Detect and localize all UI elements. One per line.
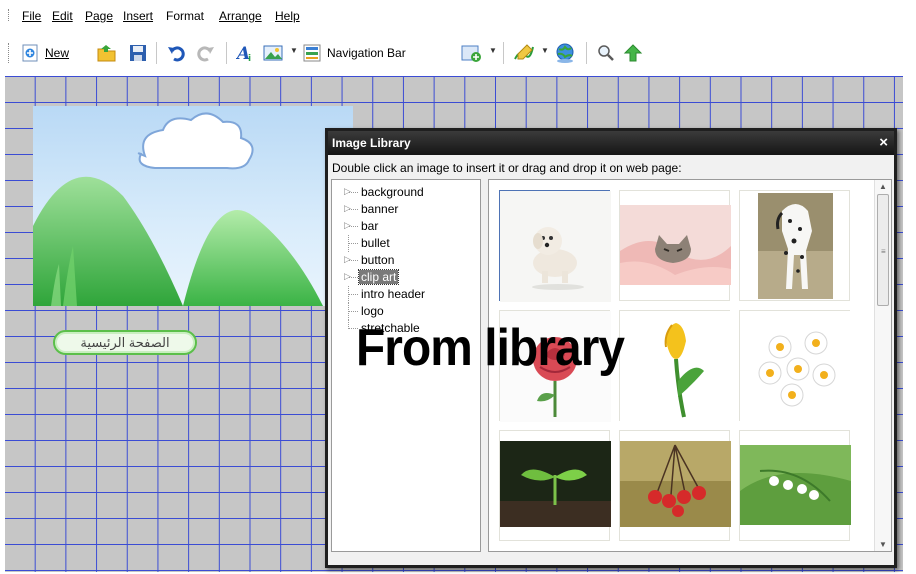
thumbnail-puppy[interactable]	[499, 190, 611, 302]
puppy-photo	[500, 191, 611, 302]
open-folder-icon	[97, 45, 116, 62]
preview-button[interactable]	[596, 42, 616, 64]
close-icon[interactable]: ×	[879, 134, 888, 151]
thumbnail-tulip[interactable]	[619, 310, 731, 422]
tree-item-label: intro header	[361, 287, 426, 301]
tree-item-label: bullet	[361, 236, 390, 250]
toolbar-separator	[503, 42, 504, 64]
berries-photo	[620, 441, 731, 527]
insert-object-button[interactable]	[460, 42, 484, 64]
kitten-photo	[620, 205, 731, 285]
up-arrow-icon	[623, 44, 643, 62]
undo-icon	[168, 46, 185, 62]
toolbar-grip	[8, 43, 10, 63]
nav-home-button[interactable]: الصفحة الرئيسية	[53, 330, 197, 355]
object-dropdown-arrow-icon[interactable]: ▼	[489, 46, 497, 55]
menu-arrange[interactable]: Arrange	[219, 9, 262, 23]
dialog-title: Image Library	[332, 136, 411, 150]
pencil-draw-icon	[514, 44, 534, 60]
draw-button[interactable]	[513, 42, 535, 64]
gallery-scrollbar[interactable]: ▲ ≡ ▼	[874, 180, 891, 551]
thumbnail-berries[interactable]	[619, 430, 731, 541]
menu-format-label: Format	[166, 9, 205, 23]
add-object-icon	[461, 45, 481, 62]
redo-button[interactable]	[196, 42, 216, 64]
sprout-photo	[500, 441, 611, 527]
tree-item-label: banner	[361, 202, 399, 216]
upload-button[interactable]	[622, 42, 644, 64]
scroll-up-arrow-icon[interactable]: ▲	[879, 182, 887, 191]
tree-item-label: logo	[361, 304, 384, 318]
lily-photo	[740, 445, 851, 525]
navigation-bar-icon	[303, 44, 321, 62]
save-disk-icon	[130, 45, 146, 61]
new-button[interactable]: New	[20, 42, 69, 64]
new-page-icon	[22, 44, 38, 62]
redo-icon	[197, 46, 214, 62]
menu-format[interactable]: Format	[166, 9, 204, 23]
dialog-instruction: Double click an image to insert it or dr…	[332, 161, 682, 175]
text-style-icon: A i	[236, 44, 251, 63]
menu-grip	[8, 9, 10, 21]
toolbar-separator	[156, 42, 157, 64]
menu-file-label: File	[22, 9, 42, 23]
daisies-photo	[740, 311, 851, 422]
navigation-bar-button[interactable]: Navigation Bar	[302, 42, 406, 64]
dalmatian-photo	[758, 193, 833, 299]
insert-image-button[interactable]	[262, 42, 284, 64]
image-icon	[263, 45, 283, 61]
menu-edit-label: Edit	[52, 9, 73, 23]
menu-page-label: Page	[85, 9, 114, 23]
banner-image[interactable]	[33, 106, 353, 306]
menu-edit[interactable]: Edit	[52, 9, 73, 23]
thumbnail-daisies[interactable]	[739, 310, 851, 422]
tree-item-label: background	[361, 185, 424, 199]
tree-item-label: clip art	[357, 269, 400, 285]
thumbnail-kitten[interactable]	[619, 190, 731, 301]
magnifier-icon	[598, 45, 614, 61]
menu-page[interactable]: Page	[85, 9, 113, 23]
scrollbar-thumb[interactable]: ≡	[877, 194, 889, 306]
tree-item-label: button	[361, 253, 395, 267]
open-button[interactable]	[96, 42, 118, 64]
hills-cloud-illustration	[33, 112, 323, 306]
menu-help[interactable]: Help	[275, 9, 300, 23]
tree-item-label: bar	[361, 219, 379, 233]
menu-bar: File Edit Page Insert Format Arrange Hel…	[0, 0, 916, 28]
dialog-title-bar[interactable]: Image Library ×	[328, 131, 894, 155]
toolbar: New A i ▼ Navigation Bar ▼ ▼	[0, 32, 916, 72]
nav-home-label: الصفحة الرئيسية	[80, 334, 170, 350]
image-dropdown-arrow-icon[interactable]: ▼	[290, 46, 298, 55]
menu-insert[interactable]: Insert	[123, 9, 153, 23]
globe-icon	[556, 43, 574, 63]
menu-help-label: Help	[275, 9, 300, 23]
thumbnail-sprout[interactable]	[499, 430, 611, 541]
undo-button[interactable]	[166, 42, 186, 64]
navigation-bar-label: Navigation Bar	[327, 46, 406, 60]
scroll-down-arrow-icon[interactable]: ▼	[879, 540, 887, 549]
thumbnail-dalmatian[interactable]	[739, 190, 850, 301]
tulip-photo	[620, 311, 731, 422]
overlay-caption: From library	[356, 319, 625, 377]
menu-file[interactable]: File	[22, 9, 41, 23]
insert-text-button[interactable]: A i	[236, 42, 258, 64]
publish-button[interactable]	[554, 42, 576, 64]
toolbar-separator	[586, 42, 587, 64]
save-button[interactable]	[128, 42, 148, 64]
menu-arrange-label: Arrange	[219, 9, 262, 23]
svg-text:i: i	[248, 54, 251, 63]
thumbnail-lily-of-the-valley[interactable]	[739, 430, 851, 541]
draw-dropdown-arrow-icon[interactable]: ▼	[541, 46, 549, 55]
new-button-label: New	[45, 46, 70, 60]
toolbar-separator	[226, 42, 227, 64]
menu-insert-label: Insert	[123, 9, 154, 23]
